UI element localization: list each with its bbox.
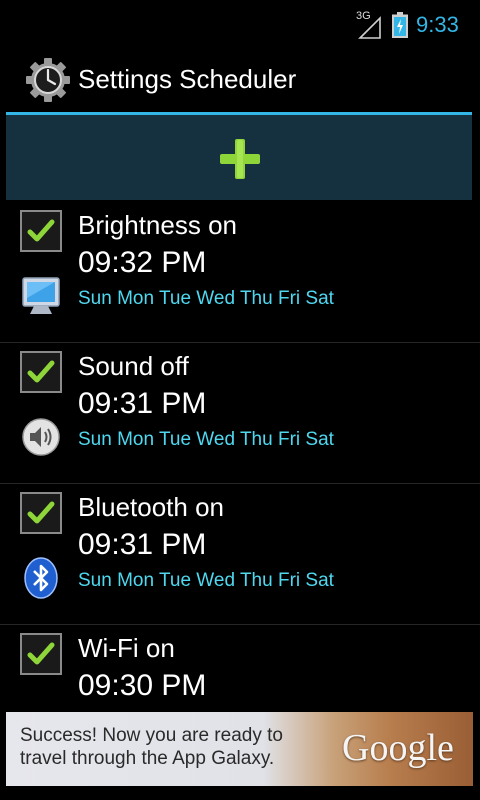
schedule-item[interactable]: Bluetooth on 09:31 PM Sun Mon Tue Wed Th…	[0, 484, 480, 625]
enabled-checkbox[interactable]	[20, 492, 62, 534]
schedule-time: 09:31 PM	[78, 387, 207, 420]
monitor-icon	[20, 274, 62, 318]
plus-icon	[218, 137, 262, 181]
schedule-time: 09:32 PM	[78, 246, 207, 279]
network-indicator: 3G	[356, 10, 384, 40]
ad-line: Success! Now you are ready to	[20, 725, 283, 746]
status-time: 9:33	[416, 12, 459, 37]
ad-line: travel through the App Galaxy.	[20, 748, 275, 769]
app-bar: Settings Scheduler	[0, 50, 480, 110]
add-schedule-button[interactable]	[6, 112, 472, 200]
checkmark-icon	[27, 501, 55, 524]
schedule-days: Sun Mon Tue Wed Thu Fri Sat	[78, 429, 334, 450]
schedule-item[interactable]: Sound off 09:31 PM Sun Mon Tue Wed Thu F…	[0, 343, 480, 484]
ad-banner[interactable]: Success! Now you are ready to travel thr…	[6, 712, 473, 786]
status-bar: 3G 9:33	[0, 0, 480, 50]
gear-clock-icon[interactable]	[24, 56, 72, 104]
schedule-title: Brightness on	[78, 210, 237, 240]
ad-logo: Google	[342, 727, 454, 769]
schedule-item[interactable]: Brightness on 09:32 PM Sun Mon Tue Wed T…	[0, 202, 480, 343]
schedule-title: Wi-Fi on	[78, 633, 175, 663]
schedule-title: Bluetooth on	[78, 492, 225, 522]
enabled-checkbox[interactable]	[20, 633, 62, 675]
signal-icon	[358, 16, 381, 39]
schedule-list[interactable]: Brightness on 09:32 PM Sun Mon Tue Wed T…	[0, 202, 480, 710]
checkmark-icon	[27, 360, 55, 383]
app-title: Settings Scheduler	[78, 64, 297, 94]
schedule-days: Sun Mon Tue Wed Thu Fri Sat	[78, 570, 334, 591]
battery-icon	[392, 12, 408, 38]
enabled-checkbox[interactable]	[20, 210, 62, 252]
speaker-icon	[20, 415, 62, 459]
schedule-time: 09:30 PM	[78, 669, 207, 702]
ad-text: Success! Now you are ready to travel thr…	[20, 724, 283, 770]
checkmark-icon	[27, 642, 55, 665]
schedule-item[interactable]: Wi-Fi on 09:30 PM	[0, 625, 480, 710]
checkmark-icon	[27, 219, 55, 242]
schedule-time: 09:31 PM	[78, 528, 207, 561]
bluetooth-icon	[20, 556, 62, 600]
schedule-days: Sun Mon Tue Wed Thu Fri Sat	[78, 288, 334, 309]
enabled-checkbox[interactable]	[20, 351, 62, 393]
schedule-title: Sound off	[78, 351, 189, 381]
